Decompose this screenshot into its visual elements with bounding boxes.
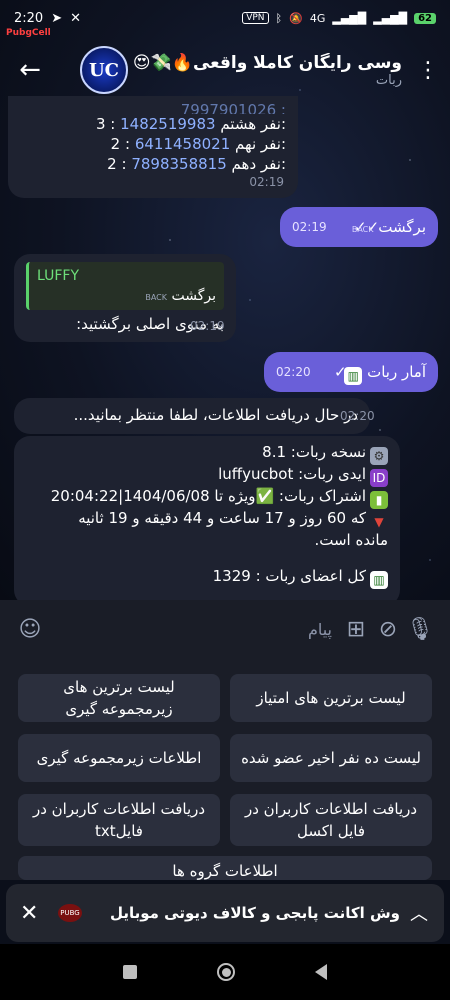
count: 2 : <box>107 155 127 173</box>
back-text: برگشت <box>378 218 426 236</box>
more-options-icon[interactable]: ⋮ <box>416 58 440 83</box>
chart-emoji-icon: ▥ <box>370 571 388 589</box>
remaining-line-1: که 60 روز و 17 ساعت و 44 دقیقه و 19 ثانی… <box>78 509 366 527</box>
mute-icon: 🔕 <box>289 11 303 25</box>
message-bubble-top-list[interactable]: 7997901026 : 3 : 1482519983 نفر هشتم: 2 … <box>8 96 298 198</box>
battery-emoji-icon: ▮ <box>370 491 388 509</box>
message-time: 02:19 <box>190 319 225 333</box>
banner-logo: PUBG <box>58 904 82 922</box>
user-id: 6411458021 <box>134 135 231 153</box>
chat-title: وسی رایگان کاملا واقعی🔥💸😍 <box>132 52 402 73</box>
bluetooth-icon: ᛒ <box>275 11 283 25</box>
message-bubble-back[interactable]: 02:19 ✓✓ برگشت BACK <box>280 207 438 247</box>
stats-text: آمار ربات <box>367 363 426 381</box>
network-label: 4G <box>309 11 326 25</box>
top-referrals-button[interactable]: لیست برترین های زیرمجموعه گیری <box>18 674 220 722</box>
vpn-icon: VPN <box>242 12 269 24</box>
rank-label: نفر دهم: <box>231 155 286 173</box>
recents-icon[interactable] <box>123 965 137 979</box>
top-points-button[interactable]: لیست برترین های امتیاز <box>230 674 432 722</box>
back-badge-icon: BACK <box>351 225 374 234</box>
navigation-bar <box>0 944 450 1000</box>
count: 2 : <box>110 135 131 153</box>
list-item: 3 : 1482519983 نفر هشتم: <box>20 114 286 134</box>
quote-text: برگشت <box>171 288 216 304</box>
partial-line: 7997901026 : <box>180 101 286 114</box>
members-line: کل اعضای ربات : 1329 <box>212 567 366 585</box>
pinned-banner[interactable]: ✕ PUBG وش اکانت پابجی و کالاف دیوتی موبا… <box>6 884 444 942</box>
message-text: در حال دریافت اطلاعات، لطفا منتظر بمانید… <box>73 406 358 424</box>
remaining-line-2: مانده است. <box>314 531 388 549</box>
list-item: 2 : 6411458021 نفر نهم: <box>20 134 286 154</box>
rank-label: نفر هشتم: <box>220 115 286 133</box>
emoji-icon[interactable]: ☺ <box>14 613 46 645</box>
home-icon[interactable] <box>217 963 235 981</box>
message-time: 02:19 <box>292 220 327 234</box>
nav-back-icon[interactable] <box>315 964 327 980</box>
reply-quote[interactable]: LUFFY برگشت BACK <box>26 262 224 310</box>
message-bubble-main-menu[interactable]: LUFFY برگشت BACK به منوی اصلی برگشتید: 0… <box>14 254 236 342</box>
chart-emoji-icon: ▥ <box>344 367 363 385</box>
back-arrow-icon[interactable]: ← <box>10 50 50 90</box>
message-bubble-loading[interactable]: در حال دریافت اطلاعات، لطفا منتظر بمانید… <box>14 398 375 434</box>
user-id: 1482519983 <box>120 115 216 133</box>
message-time: 02:19 <box>249 175 284 189</box>
id-icon: ID <box>370 469 388 487</box>
close-status-icon: ✕ <box>70 10 82 26</box>
telegram-status-icon: ➤ <box>51 10 63 26</box>
referral-info-button[interactable]: اطلاعات زیرمجموعه گیری <box>18 734 220 782</box>
message-bubble-bot-stats[interactable]: ⚙نسخه ربات: 8.1 IDایدی ربات: luffyucbot … <box>14 436 400 606</box>
status-time: 2:20 <box>14 10 44 26</box>
avatar[interactable]: UC <box>80 46 128 94</box>
message-input[interactable] <box>46 619 340 639</box>
banner-text: وش اکانت پابجی و کالاف دیوتی موبایل <box>109 904 400 922</box>
close-icon[interactable]: ✕ <box>20 901 48 926</box>
chat-header: ← UC وسی رایگان کاملا واقعی🔥💸😍 ربات ⋮ <box>0 40 450 100</box>
back-badge-icon: BACK <box>145 293 168 302</box>
message-time: 02:20 <box>340 409 375 423</box>
bot-id-line: ایدی ربات: luffyucbot <box>218 465 366 483</box>
chevron-up-icon[interactable]: ︿ <box>408 900 430 926</box>
status-logo: PubgCell <box>6 28 51 38</box>
count: 3 : <box>95 115 116 133</box>
message-bubble-stats[interactable]: 02:20 ✓✓ آمار ربات ▥ <box>264 352 438 392</box>
message-input-bar: ☺ ⊞ ⊘ 🎙 <box>0 600 450 658</box>
subscription-line: اشتراک ربات: ✅ویژه تا 1404/06/08|20:04:2… <box>50 487 366 505</box>
header-info[interactable]: وسی رایگان کاملا واقعی🔥💸😍 ربات <box>128 53 416 88</box>
chat-subtitle: ربات <box>375 72 402 88</box>
status-bar: 2:20 ➤ ✕ VPN ᛒ 🔕 4G ▂▄▆█ ▂▄▆█ 62 <box>0 0 450 36</box>
attach-icon[interactable]: ⊘ <box>372 613 404 645</box>
bot-keyboard: لیست برترین های امتیاز لیست برترین های ز… <box>0 658 450 880</box>
user-id: 7898358815 <box>131 155 227 173</box>
signal-icon: ▂▄▆█ <box>332 11 367 25</box>
rank-label: نفر نهم: <box>235 135 286 153</box>
list-item: 2 : 7898358815 نفر دهم: <box>20 154 286 174</box>
signal-icon-2: ▂▄▆█ <box>373 11 408 25</box>
microphone-icon[interactable]: 🎙 <box>404 613 436 645</box>
message-time: 02:20 <box>276 365 311 379</box>
battery-icon: 62 <box>414 12 436 24</box>
export-txt-button[interactable]: دریافت اطلاعات کاربران در فایلtxt <box>18 794 220 846</box>
gear-icon: ⚙ <box>370 447 388 465</box>
export-excel-button[interactable]: دریافت اطلاعات کاربران در فایل اکسل <box>230 794 432 846</box>
red-triangle-icon: ▼ <box>374 515 384 529</box>
quote-title: LUFFY <box>37 268 80 284</box>
bot-keyboard-icon[interactable]: ⊞ <box>340 613 372 645</box>
last-ten-members-button[interactable]: لیست ده نفر اخیر عضو شده <box>230 734 432 782</box>
version-line: نسخه ربات: 8.1 <box>262 443 366 461</box>
groups-info-button[interactable]: اطلاعات گروه ها <box>18 856 432 880</box>
